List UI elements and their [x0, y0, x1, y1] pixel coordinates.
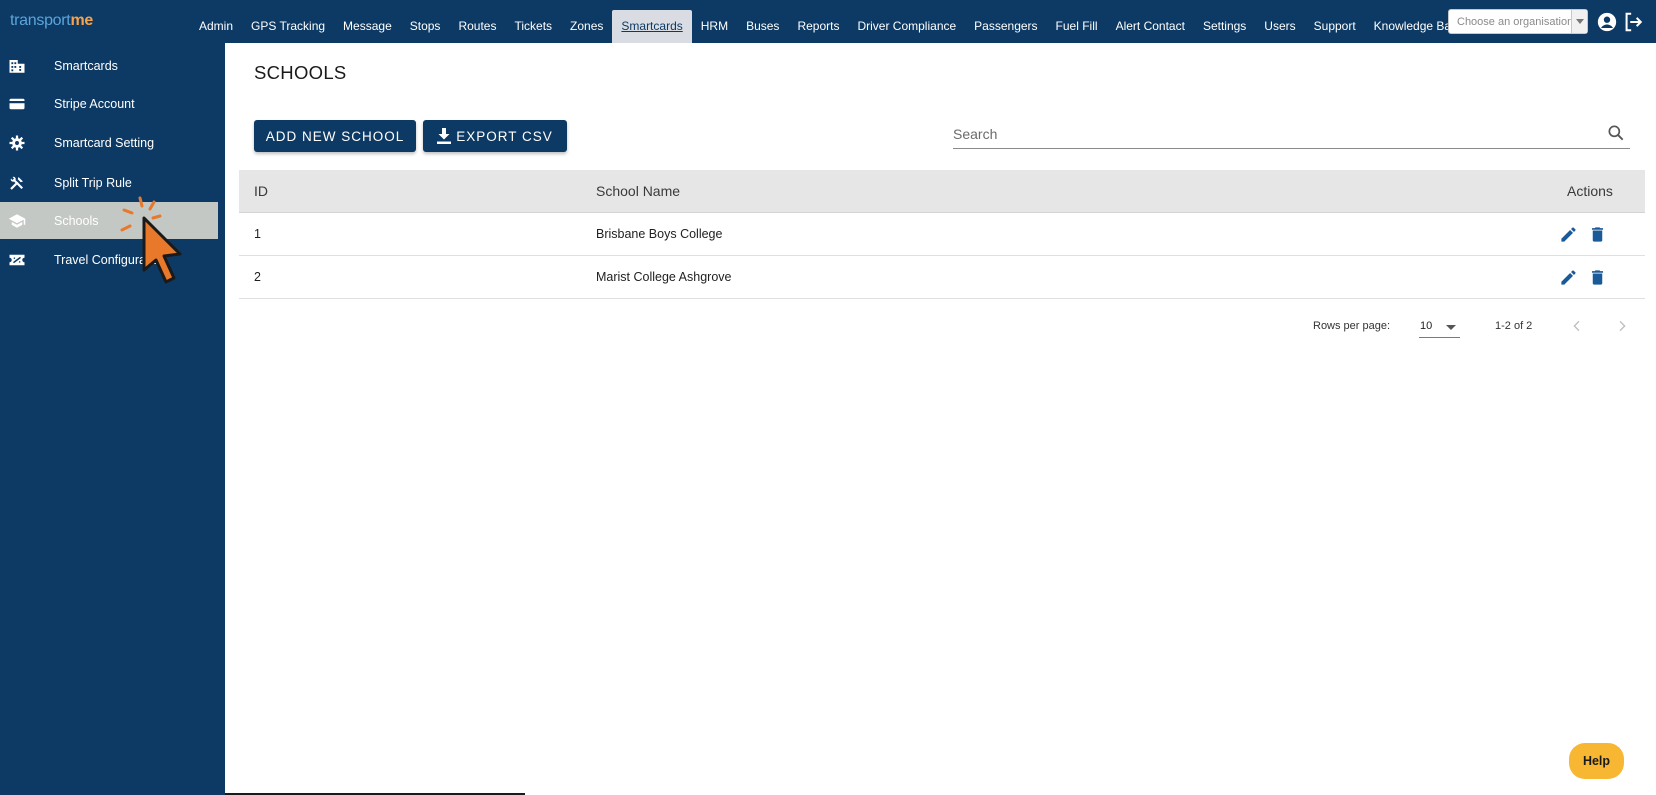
transportme-logo[interactable]: transportme [10, 12, 93, 30]
table-header: ID School Name Actions [239, 170, 1645, 213]
logout-icon[interactable] [1622, 11, 1644, 33]
organisation-select[interactable]: Choose an organisation [1448, 9, 1588, 34]
sidebar-item-split-trip-rule[interactable]: Split Trip Rule [0, 164, 218, 201]
edit-icon[interactable] [1559, 268, 1578, 287]
credit-card-icon [9, 98, 25, 109]
sidebar-item-label: Schools [54, 213, 99, 228]
help-button[interactable]: Help [1569, 743, 1624, 779]
sidebar-item-label: Stripe Account [54, 96, 135, 111]
sidebar-item-stripe-account[interactable]: Stripe Account [0, 85, 218, 122]
nav-gps-tracking[interactable]: GPS Tracking [242, 10, 334, 43]
nav-support[interactable]: Support [1305, 10, 1365, 43]
export-csv-button[interactable]: EXPORT CSV [423, 120, 567, 152]
chevron-left-icon[interactable] [1569, 318, 1585, 334]
pagination: Rows per page: 10 1-2 of 2 [1300, 316, 1640, 338]
nav-admin[interactable]: Admin [190, 10, 242, 43]
organisation-select-placeholder: Choose an organisation [1457, 16, 1574, 28]
sidebar-item-schools[interactable]: Schools [0, 202, 218, 239]
edit-icon[interactable] [1559, 225, 1578, 244]
search-placeholder: Search [953, 126, 998, 142]
rows-per-page-label: Rows per page: [1313, 320, 1391, 332]
column-header-id[interactable]: ID [254, 183, 268, 199]
download-icon [437, 128, 452, 144]
nav-fuel-fill[interactable]: Fuel Fill [1047, 10, 1107, 43]
table-row[interactable]: 1 Brisbane Boys College [239, 213, 1645, 256]
nav-zones[interactable]: Zones [561, 10, 612, 43]
pagination-range: 1-2 of 2 [1495, 320, 1533, 332]
nav-users[interactable]: Users [1255, 10, 1304, 43]
graduation-cap-icon [8, 213, 26, 228]
sidebar: Smartcards Stripe Account Smartcard Sett… [0, 43, 225, 795]
sidebar-item-label: Split Trip Rule [54, 175, 132, 190]
nav-routes[interactable]: Routes [449, 10, 505, 43]
nav-driver-compliance[interactable]: Driver Compliance [848, 10, 965, 43]
sidebar-item-label: Smartcard Setting [54, 135, 155, 150]
rows-per-page-select[interactable]: 10 [1419, 316, 1460, 338]
nav-smartcards[interactable]: Smartcards [612, 10, 692, 43]
delete-icon[interactable] [1588, 225, 1607, 244]
search-icon[interactable] [1606, 123, 1626, 143]
nav-alert-contact[interactable]: Alert Contact [1107, 10, 1194, 43]
nav-hrm[interactable]: HRM [692, 10, 737, 43]
nav-settings[interactable]: Settings [1194, 10, 1255, 43]
nav-passengers[interactable]: Passengers [965, 10, 1046, 43]
sidebar-item-label: Travel Configuratio [54, 252, 160, 267]
sidebar-item-label: Smartcards [54, 58, 118, 73]
school-name: Brisbane Boys College [596, 227, 723, 241]
add-new-school-label: ADD NEW SCHOOL [265, 128, 405, 144]
page-title: SCHOOLS [254, 62, 347, 83]
chevron-down-icon [1571, 10, 1587, 33]
ticket-icon [9, 254, 25, 265]
nav-reports[interactable]: Reports [788, 10, 848, 43]
chevron-right-icon[interactable] [1614, 318, 1630, 334]
main-nav: Admin GPS Tracking Message Stops Routes … [190, 0, 1473, 43]
add-new-school-button[interactable]: ADD NEW SCHOOL [254, 120, 416, 152]
search-input[interactable]: Search [953, 118, 1630, 149]
sidebar-item-smartcard-setting[interactable]: Smartcard Setting [0, 124, 218, 161]
school-name: Marist College Ashgrove [596, 270, 732, 284]
building-icon [9, 59, 25, 73]
schools-table: ID School Name Actions 1 Brisbane Boys C… [239, 170, 1645, 299]
school-id: 1 [254, 227, 261, 241]
school-id: 2 [254, 270, 261, 284]
top-navbar: transportme Admin GPS Tracking Message S… [0, 0, 1656, 43]
nav-tickets[interactable]: Tickets [505, 10, 561, 43]
account-circle-icon[interactable] [1596, 11, 1618, 33]
gear-icon [9, 135, 25, 150]
nav-stops[interactable]: Stops [401, 10, 450, 43]
column-header-actions: Actions [1567, 183, 1613, 199]
delete-icon[interactable] [1588, 268, 1607, 287]
help-label: Help [1582, 754, 1611, 768]
export-csv-label: EXPORT CSV [456, 128, 553, 144]
nav-message[interactable]: Message [334, 10, 401, 43]
sidebar-item-smartcards[interactable]: Smartcards [0, 47, 218, 84]
table-row[interactable]: 2 Marist College Ashgrove [239, 256, 1645, 299]
sidebar-item-travel-configuration[interactable]: Travel Configuratio [0, 241, 218, 278]
tools-icon [10, 176, 23, 190]
column-header-school-name[interactable]: School Name [596, 183, 680, 199]
nav-buses[interactable]: Buses [737, 10, 788, 43]
rows-per-page-value: 10 [1420, 320, 1433, 332]
